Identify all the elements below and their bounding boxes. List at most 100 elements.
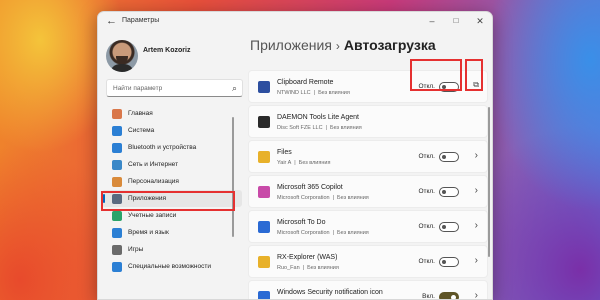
app-publisher: Yair A [277,160,292,166]
separator: | [294,160,296,166]
sidebar-item[interactable]: Приложения [102,190,242,207]
startup-app-row[interactable]: Microsoft To Do Microsoft Corporation | Без… [248,210,488,243]
sidebar-item[interactable]: Главная [102,105,242,122]
maximize-button[interactable]: □ [444,12,468,32]
startup-app-row[interactable]: Files Yair A | Без влияния Откл. › [248,140,488,173]
breadcrumb-separator: › [335,39,340,53]
minimize-button[interactable]: – [420,12,444,32]
app-impact: Без влияния [329,125,362,131]
back-arrow-icon[interactable]: ← [106,15,117,27]
app-publisher: Ruo_Fan [277,265,300,271]
toggle-state-label: Откл. [418,188,435,195]
sidebar-item-label: Время и язык [128,229,169,236]
network-icon [112,159,122,170]
chevron-right-icon[interactable]: › [475,150,478,161]
app-name: Microsoft To Do [277,219,326,226]
app-icon [258,151,270,163]
sidebar-item[interactable]: Сеть и Интернет [102,156,242,173]
app-icon [258,291,270,299]
breadcrumb: Приложения › Автозагрузка [250,37,436,53]
toggle-state-label: Вкл. [422,293,435,300]
separator: | [332,230,335,236]
separator: | [313,90,316,96]
main-scrollbar[interactable] [488,107,490,257]
startup-app-row[interactable]: Microsoft 365 Copilot Microsoft Corporati… [248,175,488,208]
chevron-right-icon[interactable]: › [475,290,478,299]
app-publisher: Microsoft Corporation [277,230,330,236]
toggle-knob [442,260,446,264]
avatar [106,40,138,72]
gamepad-icon [112,244,122,255]
sidebar-nav: Главная Система Bluetooth и устройства Сеть… [102,105,242,275]
sidebar-item[interactable]: Bluetooth и устройства [102,139,242,156]
startup-toggle[interactable] [439,257,459,267]
title-bar: ← Параметры – □ ✕ [98,12,492,32]
search-icon[interactable]: ⌕ [232,83,237,94]
app-impact: Без влияния [337,195,369,201]
chevron-right-icon[interactable]: › [475,220,478,231]
accessibility-icon [112,261,122,272]
app-details: Disc Soft FZE LLC | Без влияния [277,125,362,131]
toggle-knob [442,190,446,194]
breadcrumb-parent[interactable]: Приложения [250,37,332,53]
sidebar-item[interactable]: Персонализация [102,173,242,190]
app-icon [258,116,270,128]
sidebar-scrollbar[interactable] [232,117,234,237]
sidebar-item-label: Приложения [128,195,167,202]
profile-name: Artem Kozoriz [143,47,191,54]
startup-app-row[interactable]: DAEMON Tools Lite Agent Disc Soft FZE LLC… [248,105,488,138]
app-details: NTWIND LLC | Без влияния [277,90,350,96]
open-external-icon[interactable]: ⧉ [473,80,479,90]
app-publisher: Microsoft Corporation [277,195,330,201]
chevron-right-icon[interactable]: › [475,185,478,196]
sidebar-item[interactable]: Специальные возможности [102,258,242,275]
brush-icon [112,176,122,187]
toggle-state-label: Откл. [418,83,435,90]
toggle-state-label: Откл. [418,258,435,265]
page-title: Автозагрузка [343,37,436,53]
search-input[interactable]: Найти параметр ⌕ [106,79,243,97]
startup-app-row[interactable]: Clipboard Remote NTWIND LLC | Без влияния От… [248,70,488,103]
sidebar-item-label: Персонализация [128,178,179,185]
startup-toggle[interactable] [439,292,459,299]
startup-toggle[interactable] [439,222,459,232]
app-impact: Без влияния [337,230,369,236]
settings-window: ← Параметры – □ ✕ Artem Kozoriz Найти па… [97,11,493,300]
sidebar-item[interactable]: Игры [102,241,242,258]
startup-toggle[interactable] [439,82,459,92]
sidebar-item-label: Сеть и Интернет [128,161,179,168]
sidebar-item-label: Главная [128,110,153,117]
toggle-knob [442,155,446,159]
app-name: DAEMON Tools Lite Agent [277,114,359,121]
toggle-state-label: Откл. [418,153,435,160]
app-publisher: Disc Soft FZE LLC [277,125,323,131]
separator: | [325,125,327,131]
accounts-icon [112,210,122,221]
startup-app-row[interactable]: RX-Explorer (WAS) Ruo_Fan | Без влияния Откл… [248,245,488,278]
app-publisher: NTWIND LLC [277,90,311,96]
sidebar-item-label: Bluetooth и устройства [128,144,197,151]
app-icon [258,81,270,93]
bluetooth-icon [112,142,122,153]
sidebar-item[interactable]: Система [102,122,242,139]
sidebar-item-label: Специальные возможности [128,263,211,270]
apps-icon [112,193,122,204]
app-name: Windows Security notification icon [277,289,383,296]
app-name: Microsoft 365 Copilot [277,184,343,191]
toggle-knob [442,225,446,229]
sidebar-item[interactable]: Учетные записи [102,207,242,224]
startup-toggle[interactable] [439,152,459,162]
close-button[interactable]: ✕ [468,12,492,32]
sidebar-item-label: Игры [128,246,144,253]
app-impact: Без влияния [298,160,331,166]
app-details: Microsoft Corporation | Без влияния [277,230,369,236]
startup-app-row[interactable]: Windows Security notification iconMicros… [248,280,488,300]
startup-toggle[interactable] [439,187,459,197]
sidebar-item[interactable]: Время и язык [102,224,242,241]
toggle-state-label: Откл. [418,223,435,230]
chevron-right-icon[interactable]: › [475,255,478,266]
separator: | [332,195,335,201]
app-title: Параметры [122,17,160,24]
sidebar-item-label: Учетные записи [128,212,177,219]
app-name: Clipboard Remote [277,79,334,86]
